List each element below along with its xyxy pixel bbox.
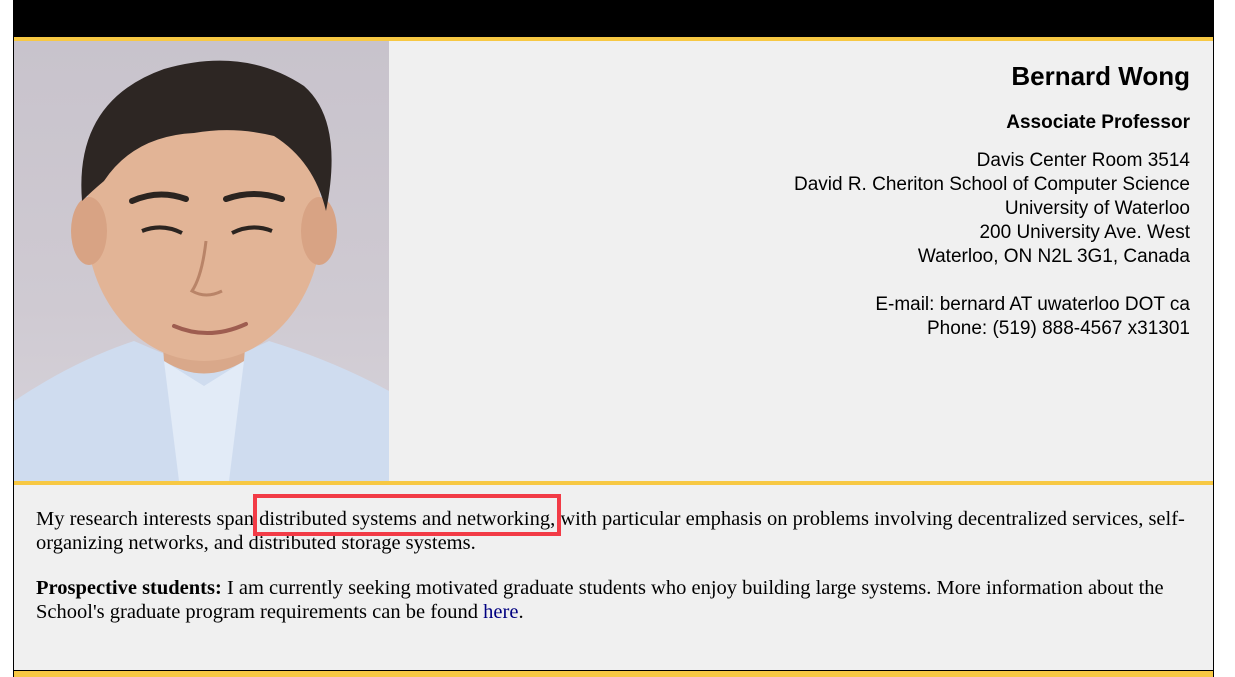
contact-card: Bernard Wong Associate Professor Davis C… — [794, 58, 1190, 341]
link-trailer: . — [518, 601, 524, 623]
graduate-program-link[interactable]: here — [483, 601, 518, 623]
research-interests-paragraph: My research interests span distributed s… — [36, 494, 1186, 555]
profile-title: Associate Professor — [1006, 112, 1190, 133]
address-city: Waterloo, ON N2L 3G1, Canada — [917, 246, 1190, 267]
prospective-students-paragraph: Prospective students: I am currently see… — [36, 576, 1186, 624]
address-school: David R. Cheriton School of Computer Sci… — [793, 174, 1190, 195]
contact-phone: Phone: (519) 888-4567 x31301 — [926, 318, 1190, 339]
address-room: Davis Center Room 3514 — [976, 150, 1190, 171]
gold-divider-bottom — [14, 671, 1213, 677]
address-street: 200 University Ave. West — [979, 222, 1190, 243]
contact-email: E-mail: bernard AT uwaterloo DOT ca — [875, 294, 1190, 315]
profile-photo-illustration — [14, 60, 389, 481]
prospective-label: Prospective students: — [36, 577, 222, 599]
research-intro-prefix: My research interests span — [36, 508, 255, 530]
profile-photo — [14, 41, 389, 481]
research-section: My research interests span distributed s… — [36, 494, 1186, 645]
research-highlight: distributed systems and networking, — [253, 494, 562, 536]
address-university: University of Waterloo — [1004, 198, 1190, 219]
page-frame: Bernard Wong Associate Professor Davis C… — [13, 0, 1214, 677]
top-header-bar — [14, 0, 1213, 37]
profile-name: Bernard Wong — [1011, 61, 1190, 91]
gold-divider-middle — [14, 481, 1213, 485]
research-highlight-text: distributed systems and networking, — [259, 508, 556, 530]
